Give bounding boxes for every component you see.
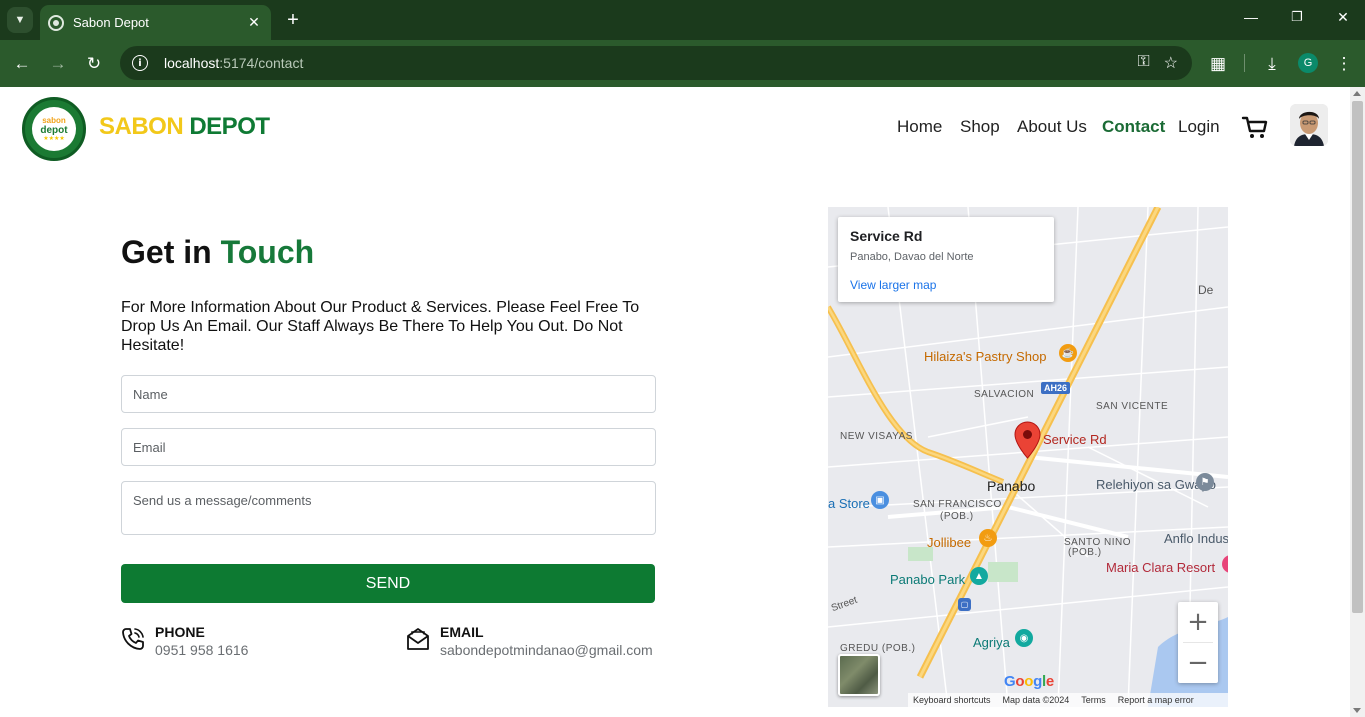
tab-close-icon[interactable]: ✕ <box>245 14 263 31</box>
view-larger-map-link[interactable]: View larger map <box>850 278 1042 292</box>
report-error-link[interactable]: Report a map error <box>1118 695 1194 705</box>
map-label-new-visayas: NEW VISAYAS <box>840 431 913 442</box>
title-part-2: Touch <box>220 234 315 270</box>
map-label-san-vicente: SAN VICENTE <box>1096 401 1169 412</box>
phone-label: PHONE <box>155 624 205 640</box>
profile-avatar[interactable]: G <box>1298 53 1318 73</box>
map-pin-label: Service Rd <box>1043 432 1107 447</box>
nav-shop[interactable]: Shop <box>960 117 1000 137</box>
cafe-icon[interactable]: ☕ <box>1059 344 1077 362</box>
map-zoom-control: + − <box>1178 602 1218 683</box>
bookmark-star-icon[interactable]: ☆ <box>1164 53 1178 73</box>
password-key-icon[interactable]: ⚿ <box>1137 53 1149 73</box>
scrollbar-thumb[interactable] <box>1352 101 1363 613</box>
scroll-up-icon[interactable] <box>1353 91 1361 96</box>
zoom-in-icon[interactable]: + <box>1178 602 1218 642</box>
browser-tab[interactable]: Sabon Depot ✕ <box>40 5 271 40</box>
url-path: :5174/contact <box>219 55 304 71</box>
map-label-anflo[interactable]: Anflo Indus <box>1164 531 1228 546</box>
contact-description: For More Information About Our Product &… <box>121 299 640 354</box>
minimize-icon[interactable]: — <box>1241 9 1261 25</box>
map-label-panabo-park[interactable]: Panabo Park <box>890 572 965 587</box>
extensions-icon[interactable]: ▦ <box>1206 52 1230 76</box>
message-textarea[interactable] <box>121 481 656 535</box>
map-card-subtitle: Panabo, Davao del Norte <box>850 251 974 263</box>
email-icon <box>407 628 429 650</box>
download-icon[interactable]: ⤓ <box>1260 52 1284 76</box>
email-label: EMAIL <box>440 624 484 640</box>
site-logo[interactable]: sabon depot ★★★★ <box>22 97 86 161</box>
map-pin-icon[interactable] <box>1014 421 1041 459</box>
logo-text-1: sabon <box>42 115 66 125</box>
phone-value: 0951 958 1616 <box>155 642 249 658</box>
bus-stop-icon[interactable]: ▢ <box>958 598 971 611</box>
phone-icon <box>122 628 144 650</box>
map-label-santo-nino-2: (POB.) <box>1068 547 1102 558</box>
email-input[interactable] <box>121 428 656 466</box>
logo-stars-icon: ★★★★ <box>43 135 65 142</box>
map-label-gredu: GREDU (POB.) <box>840 643 916 654</box>
back-icon[interactable]: ← <box>10 52 34 76</box>
zoom-out-icon[interactable]: − <box>1178 643 1218 683</box>
map-card-title: Service Rd <box>850 228 923 244</box>
cart-icon[interactable] <box>1241 113 1269 141</box>
site-info-icon[interactable]: i <box>132 55 148 71</box>
map-label-san-francisco-2: (POB.) <box>940 511 974 522</box>
map-data-text: Map data ©2024 <box>1002 695 1070 705</box>
map-attribution: Keyboard shortcuts Map data ©2024 Terms … <box>908 693 1228 707</box>
map-info-card: Service Rd Panabo, Davao del Norte View … <box>838 217 1054 302</box>
tab-favicon-icon <box>48 14 64 31</box>
brand-part-2: DEPOT <box>189 113 270 140</box>
scroll-down-icon[interactable] <box>1353 708 1361 713</box>
tab-title: Sabon Depot <box>73 15 149 30</box>
terms-link[interactable]: Terms <box>1081 695 1106 705</box>
forward-icon[interactable]: → <box>46 52 70 76</box>
shopping-bag-icon[interactable]: ▣ <box>871 491 889 509</box>
tab-search-icon[interactable]: ▼ <box>7 7 33 33</box>
map-label-maria-clara[interactable]: Maria Clara Resort <box>1106 560 1215 575</box>
embedded-map[interactable]: De Hilaiza's Pastry Shop ☕ AH26 SALVACIO… <box>828 207 1228 707</box>
map-label-salvacion: SALVACION <box>974 389 1035 400</box>
brand-name[interactable]: SABON DEPOT <box>99 113 270 141</box>
toolbar-separator <box>1244 54 1245 72</box>
map-label-store[interactable]: a Store <box>828 496 870 511</box>
satellite-toggle[interactable] <box>838 654 880 696</box>
title-part-1: Get in <box>121 234 212 270</box>
browser-toolbar: ← → ↻ i localhost:5174/contact ⚿ ☆ ▦ ⤓ ⋮ <box>0 40 1365 87</box>
reload-icon[interactable]: ↻ <box>82 52 106 76</box>
menu-kebab-icon[interactable]: ⋮ <box>1332 52 1356 76</box>
map-label-agriya[interactable]: Agriya <box>973 635 1010 650</box>
map-label-jollibee[interactable]: Jollibee <box>927 535 971 550</box>
highway-shield: AH26 <box>1041 382 1071 394</box>
new-tab-icon[interactable]: + <box>282 8 304 32</box>
camera-icon[interactable]: ◉ <box>1015 629 1033 647</box>
nav-about-us[interactable]: About Us <box>1017 117 1087 137</box>
park-icon[interactable]: ▲ <box>970 567 988 585</box>
nav-home[interactable]: Home <box>897 117 942 137</box>
map-label-pastry[interactable]: Hilaiza's Pastry Shop <box>924 349 1046 364</box>
logo-text-2: depot <box>40 124 68 136</box>
user-avatar[interactable] <box>1290 104 1328 146</box>
browser-tab-strip: ▼ Sabon Depot ✕ + — ❐ ✕ <box>0 0 1365 40</box>
nav-contact[interactable]: Contact <box>1102 117 1165 137</box>
window-close-icon[interactable]: ✕ <box>1333 9 1353 26</box>
restore-icon[interactable]: ❐ <box>1287 9 1307 25</box>
email-value[interactable]: sabondepotmindanao@gmail.com <box>440 642 653 658</box>
restaurant-icon[interactable]: ♨ <box>979 529 997 547</box>
brand-part-1: SABON <box>99 113 184 140</box>
page-title: Get in Touch <box>121 234 314 271</box>
map-label-panabo: Panabo <box>987 478 1036 494</box>
address-bar[interactable]: i localhost:5174/contact ⚿ ☆ <box>120 46 1192 80</box>
landmark-icon[interactable]: ⚑ <box>1196 473 1214 491</box>
name-input[interactable] <box>121 375 656 413</box>
google-logo: Google <box>1004 673 1054 690</box>
map-label-de: De <box>1198 283 1214 297</box>
send-button[interactable]: SEND <box>121 564 655 603</box>
nav-login[interactable]: Login <box>1178 117 1220 137</box>
url-host: localhost <box>164 55 220 71</box>
map-label-san-francisco-1: SAN FRANCISCO <box>913 499 1002 510</box>
keyboard-shortcuts-link[interactable]: Keyboard shortcuts <box>913 695 991 705</box>
